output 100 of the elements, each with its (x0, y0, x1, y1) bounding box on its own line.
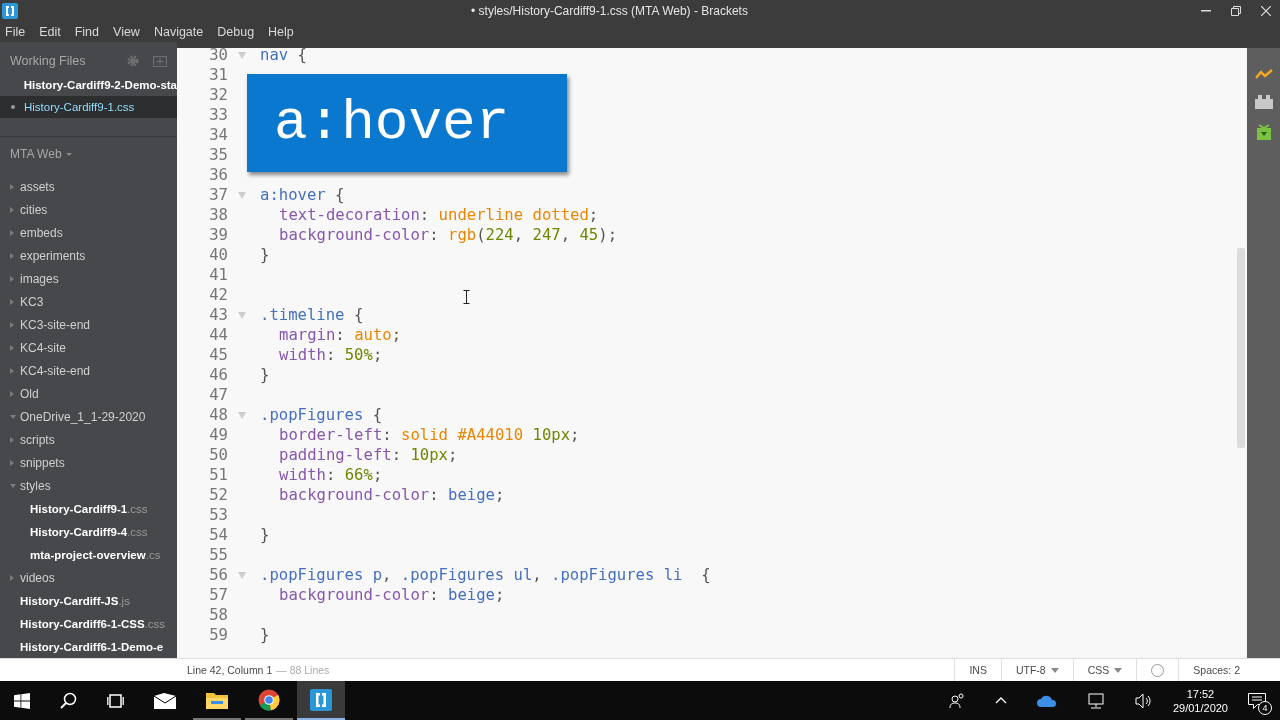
menu-item[interactable]: Edit (34, 24, 67, 39)
collapsed-arrow-icon[interactable] (10, 298, 14, 305)
fold-arrow-icon[interactable] (238, 311, 246, 319)
collapsed-arrow-icon[interactable] (10, 321, 14, 328)
line-number: 49 (208, 426, 228, 444)
gift-icon[interactable] (1255, 124, 1272, 140)
caption-banner: a:hover (247, 74, 567, 172)
expanded-arrow-icon[interactable] (10, 414, 16, 419)
folder-item[interactable]: assets (20, 179, 55, 194)
tree-file-name[interactable]: History-Cardiff-JS.js (20, 593, 130, 608)
tree-file-name[interactable]: History-Cardiff6-1-Demo-e (20, 639, 164, 654)
project-title[interactable]: MTA Web (10, 147, 62, 161)
folder-item[interactable]: cities (20, 202, 48, 217)
editor-app-icon[interactable] (310, 688, 332, 711)
split-view-icon[interactable] (153, 55, 167, 67)
extension-brick-icon[interactable] (1254, 95, 1273, 109)
app-logo-icon (2, 2, 18, 19)
folder-item[interactable]: experiments (20, 248, 86, 263)
cloud-icon[interactable] (1036, 694, 1057, 707)
line-number: 55 (208, 546, 228, 564)
line-number: 40 (208, 246, 228, 264)
volume-icon[interactable] (1134, 692, 1153, 709)
menu-item[interactable]: Help (263, 24, 300, 39)
line-number: 47 (208, 386, 228, 404)
code-line: background-color: rgb(224, 247, 45); (278, 226, 618, 244)
clock-time[interactable]: 17:52 (1186, 687, 1215, 700)
working-file-item[interactable]: History-Cardiff9-2-Demo-sta (0, 74, 177, 96)
folder-item[interactable]: KC4-site (20, 340, 66, 355)
collapsed-arrow-icon[interactable] (10, 390, 14, 397)
folder-icon[interactable] (206, 690, 228, 709)
search-icon[interactable] (60, 692, 77, 709)
folder-item[interactable]: KC3 (20, 294, 44, 309)
collapsed-arrow-icon[interactable] (10, 229, 14, 236)
folder-item[interactable]: OneDrive_1_1-29-2020 (20, 409, 146, 424)
code-line: .popFigures { (260, 406, 383, 424)
fold-arrow-icon[interactable] (238, 51, 246, 59)
task-view-icon[interactable] (107, 692, 124, 709)
folder-item[interactable]: KC4-site-end (20, 363, 91, 378)
code-line: border-left: solid #A44010 10px; (278, 426, 580, 444)
menu-item[interactable]: View (108, 24, 146, 39)
code-line: width: 66%; (278, 466, 383, 484)
notification-icon[interactable] (1248, 692, 1266, 709)
code-line: margin: auto; (278, 326, 402, 344)
code-line: nav { (260, 48, 307, 64)
collapsed-arrow-icon[interactable] (10, 206, 14, 213)
collapsed-arrow-icon[interactable] (10, 183, 14, 190)
fold-arrow-icon[interactable] (238, 191, 246, 199)
folder-item[interactable]: KC3-site-end (20, 317, 91, 332)
folder-item[interactable]: styles (20, 478, 51, 493)
working-file-item[interactable]: History-Cardiff9-1.css (0, 96, 177, 118)
caret-icon[interactable] (65, 152, 72, 156)
menu-item[interactable]: File (0, 24, 32, 39)
collapsed-arrow-icon[interactable] (10, 344, 14, 351)
collapsed-arrow-icon[interactable] (10, 252, 14, 259)
line-number: 35 (208, 146, 228, 164)
collapsed-arrow-icon[interactable] (10, 367, 14, 374)
caret-icon[interactable] (1050, 667, 1059, 673)
chevron-up-icon[interactable] (994, 697, 1007, 704)
language-dropdown[interactable]: CSS (1087, 664, 1110, 676)
code-line: width: 50%; (278, 346, 383, 364)
network-icon[interactable] (1086, 692, 1105, 709)
folder-item[interactable]: scripts (20, 432, 55, 447)
close-icon[interactable] (1261, 5, 1271, 16)
live-preview-icon[interactable] (1254, 68, 1273, 80)
start-icon[interactable] (14, 692, 30, 709)
tree-file-name[interactable]: History-Cardiff9-4.css (30, 524, 148, 539)
minimize-icon[interactable] (1201, 9, 1211, 12)
folder-item[interactable]: images (20, 271, 59, 286)
clock-date[interactable]: 29/01/2020 (1172, 701, 1228, 714)
menu-item[interactable]: Debug (212, 24, 261, 39)
line-number: 44 (208, 326, 228, 344)
notification-count-badge: 4 (1258, 700, 1272, 715)
browser-icon[interactable] (258, 688, 280, 711)
folder-item[interactable]: videos (20, 570, 55, 585)
mail-icon[interactable] (154, 692, 176, 709)
tree-file-name[interactable]: mta-project-overview.cs (30, 547, 161, 562)
line-number: 56 (208, 566, 228, 584)
settings-icon[interactable] (127, 55, 139, 67)
encoding-dropdown[interactable]: UTF-8 (1015, 664, 1046, 676)
tree-file-name[interactable]: History-Cardiff6-1-CSS.css (20, 616, 166, 631)
menu-item[interactable]: Find (69, 24, 106, 39)
tree-file-name[interactable]: History-Cardiff9-1.css (30, 501, 148, 516)
restore-icon[interactable] (1231, 5, 1241, 16)
collapsed-arrow-icon[interactable] (10, 574, 14, 581)
fold-arrow-icon[interactable] (238, 411, 246, 419)
menu-item[interactable]: Navigate (148, 24, 210, 39)
fold-arrow-icon[interactable] (238, 571, 246, 579)
line-number: 59 (208, 626, 228, 644)
line-number: 31 (208, 66, 228, 84)
folder-item[interactable]: Old (20, 386, 39, 401)
caret-icon[interactable] (1114, 667, 1123, 673)
folder-item[interactable]: snippets (20, 455, 65, 470)
scrollbar-thumb[interactable] (1237, 248, 1245, 448)
people-icon[interactable] (948, 692, 965, 709)
collapsed-arrow-icon[interactable] (10, 436, 14, 443)
expanded-arrow-icon[interactable] (10, 483, 16, 488)
code-line: } (260, 526, 270, 544)
folder-item[interactable]: embeds (20, 225, 63, 240)
collapsed-arrow-icon[interactable] (10, 459, 14, 466)
collapsed-arrow-icon[interactable] (10, 275, 14, 282)
